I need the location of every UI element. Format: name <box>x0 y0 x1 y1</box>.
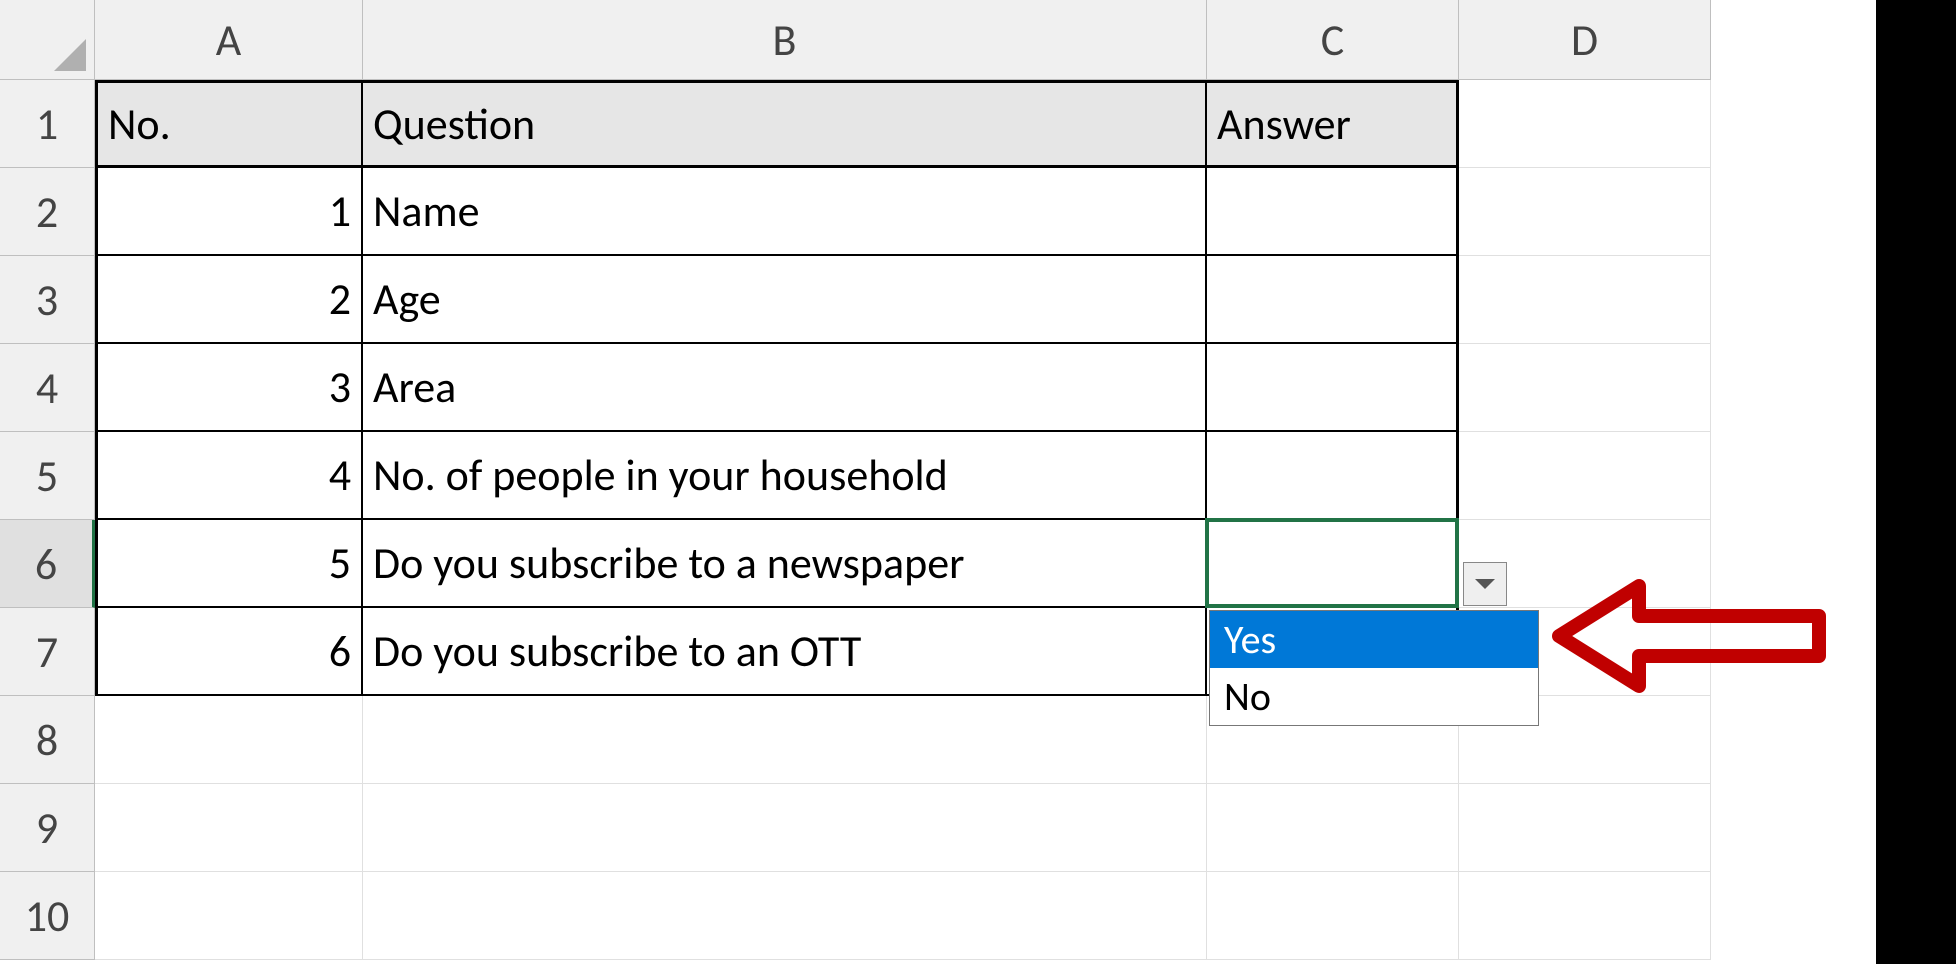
cell-B3[interactable]: Age <box>363 256 1207 344</box>
cell-C1[interactable]: Answer <box>1207 80 1459 168</box>
cell-A2[interactable]: 1 <box>95 168 363 256</box>
cell-C2[interactable] <box>1207 168 1459 256</box>
cell-B9[interactable] <box>363 784 1207 872</box>
column-header-A[interactable]: A <box>95 0 363 80</box>
column-header-C[interactable]: C <box>1207 0 1459 80</box>
cell-D1[interactable] <box>1459 80 1711 168</box>
row-header-7[interactable]: 7 <box>0 608 95 696</box>
cell-A1[interactable]: No. <box>95 80 363 168</box>
cell-B7[interactable]: Do you subscribe to an OTT <box>363 608 1207 696</box>
cell-C5[interactable] <box>1207 432 1459 520</box>
cell-C4[interactable] <box>1207 344 1459 432</box>
cell-D2[interactable] <box>1459 168 1711 256</box>
row-header-1[interactable]: 1 <box>0 80 95 168</box>
column-header-D[interactable]: D <box>1459 0 1711 80</box>
cell-D5[interactable] <box>1459 432 1711 520</box>
dropdown-option-yes[interactable]: Yes <box>1210 611 1538 668</box>
row-header-9[interactable]: 9 <box>0 784 95 872</box>
cell-B8[interactable] <box>363 696 1207 784</box>
cell-B1[interactable]: Question <box>363 80 1207 168</box>
dropdown-option-no[interactable]: No <box>1210 668 1538 725</box>
row-header-3[interactable]: 3 <box>0 256 95 344</box>
cell-D4[interactable] <box>1459 344 1711 432</box>
row-header-6[interactable]: 6 <box>0 520 95 608</box>
cell-C6[interactable] <box>1207 520 1459 608</box>
cell-A10[interactable] <box>95 872 363 960</box>
row-header-5[interactable]: 5 <box>0 432 95 520</box>
cell-A4[interactable]: 3 <box>95 344 363 432</box>
cell-B4[interactable]: Area <box>363 344 1207 432</box>
cell-B10[interactable] <box>363 872 1207 960</box>
cell-D10[interactable] <box>1459 872 1711 960</box>
cell-A7[interactable]: 6 <box>95 608 363 696</box>
cell-C3[interactable] <box>1207 256 1459 344</box>
cell-A3[interactable]: 2 <box>95 256 363 344</box>
cell-C9[interactable] <box>1207 784 1459 872</box>
cell-A6[interactable]: 5 <box>95 520 363 608</box>
cell-A5[interactable]: 4 <box>95 432 363 520</box>
data-validation-dropdown-list[interactable]: YesNo <box>1209 610 1539 726</box>
row-header-10[interactable]: 10 <box>0 872 95 960</box>
cell-A9[interactable] <box>95 784 363 872</box>
data-validation-dropdown-button[interactable] <box>1463 562 1507 606</box>
cell-D3[interactable] <box>1459 256 1711 344</box>
select-all-corner[interactable] <box>0 0 95 80</box>
crop-edge <box>1876 0 1956 964</box>
annotation-arrow-left-icon <box>1549 576 1839 696</box>
spreadsheet-view: ABCD 12345678910 No.QuestionAnswer1Name2… <box>0 0 1956 964</box>
row-header-4[interactable]: 4 <box>0 344 95 432</box>
row-header-8[interactable]: 8 <box>0 696 95 784</box>
cell-B5[interactable]: No. of people in your household <box>363 432 1207 520</box>
cell-A8[interactable] <box>95 696 363 784</box>
cell-B6[interactable]: Do you subscribe to a newspaper <box>363 520 1207 608</box>
column-header-B[interactable]: B <box>363 0 1207 80</box>
cell-C10[interactable] <box>1207 872 1459 960</box>
row-header-2[interactable]: 2 <box>0 168 95 256</box>
cell-B2[interactable]: Name <box>363 168 1207 256</box>
cell-D9[interactable] <box>1459 784 1711 872</box>
